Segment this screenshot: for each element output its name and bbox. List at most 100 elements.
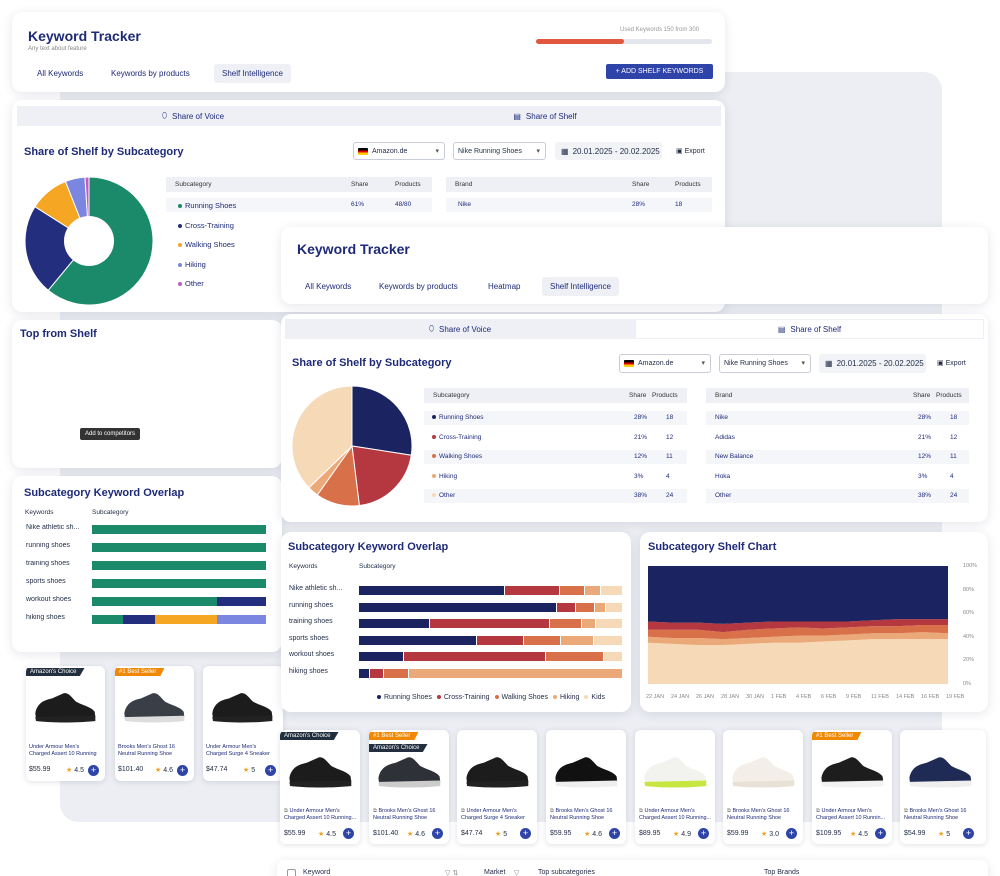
bottom-header-top-subcategories[interactable]: Top subcategories <box>538 869 595 876</box>
back-seg-share-of-voice[interactable]: ⬯ Share of Voice <box>17 106 369 126</box>
header-brand: Brand <box>715 392 733 399</box>
front-subcategory-row[interactable]: Hiking 3% 4 <box>424 470 687 484</box>
front-seg-share-of-shelf[interactable]: ▤ Share of Shelf <box>635 319 984 339</box>
product-title[interactable]: Under Armour Men's Charged Assert 10 Run… <box>29 744 101 758</box>
front-date-range[interactable]: ▦ 20.01.2025 - 20.02.2025 <box>819 354 926 373</box>
area-series-kids[interactable] <box>648 639 948 684</box>
product-title[interactable]: Under Armour Men's Charged Surge 4 Sneak… <box>206 744 278 758</box>
overlap-bar[interactable] <box>92 597 266 606</box>
filter-icon[interactable]: ▽ <box>514 869 519 876</box>
bottom-header-market[interactable]: Market <box>484 869 505 876</box>
overlap-bar[interactable] <box>359 586 623 595</box>
brand-share: 3% <box>918 472 928 480</box>
back-subcategory-row[interactable]: Running Shoes 61% 48/80 <box>166 198 432 212</box>
overlap-bar[interactable] <box>92 561 266 570</box>
front-brand-row[interactable]: Nike 28% 18 <box>706 411 969 425</box>
overlap-bar[interactable] <box>359 652 623 661</box>
overlap-bar[interactable] <box>359 668 623 678</box>
brand-share: 21% <box>918 433 932 441</box>
legend-item[interactable]: Kids <box>584 694 605 701</box>
product-title[interactable]: ⧉ Brooks Men's Ghost 16 Neutral Running … <box>904 808 978 822</box>
back-tab-shelf-intelligence[interactable]: Shelf Intelligence <box>214 64 291 83</box>
back-product-card[interactable]: Under Armour Men's Charged Surge 4 Sneak… <box>203 666 283 781</box>
front-tab-heatmap[interactable]: Heatmap <box>480 277 528 296</box>
product-title[interactable]: Brooks Men's Ghost 16 Neutral Running Sh… <box>118 744 190 758</box>
bottom-header-top-brands[interactable]: Top Brands <box>764 869 799 876</box>
product-title[interactable]: ⧉ Brooks Men's Ghost 16 Neutral Running … <box>373 808 447 822</box>
area-series-running-shoes[interactable] <box>648 566 948 624</box>
front-product-card[interactable]: #1 Best Seller Amazon's Choice ⧉ Brooks Me… <box>369 730 449 844</box>
front-subcategory-row[interactable]: Other 38% 24 <box>424 489 687 503</box>
add-shelf-keywords-button[interactable]: + ADD SHELF KEYWORDS <box>606 64 713 79</box>
back-export-button[interactable]: ▣ Export <box>676 147 705 155</box>
add-to-competitors-button[interactable]: + <box>609 828 620 839</box>
pie-slice-cross-training[interactable] <box>351 445 412 507</box>
front-subcategory-row[interactable]: Cross-Training 21% 12 <box>424 431 687 445</box>
front-subcategory-row[interactable]: Running Shoes 28% 18 <box>424 411 687 425</box>
front-tab-keywords-by-products[interactable]: Keywords by products <box>371 277 466 296</box>
front-subcategory-row[interactable]: Walking Shoes 12% 11 <box>424 450 687 464</box>
overlap-bar[interactable] <box>92 579 266 588</box>
legend-item[interactable]: Hiking <box>552 694 579 701</box>
front-tab-shelf-intelligence[interactable]: Shelf Intelligence <box>542 277 619 296</box>
back-tab-keywords-by-products[interactable]: Keywords by products <box>103 64 198 83</box>
product-title[interactable]: ⧉ Under Armour Men's Charged Surge 4 Sne… <box>461 808 535 822</box>
flag-icon <box>358 147 368 155</box>
product-title[interactable]: ⧉ Under Armour Men's Charged Assert 10 R… <box>639 808 713 822</box>
back-seg-share-of-shelf[interactable]: ▤ Share of Shelf <box>369 106 721 126</box>
overlap-bar[interactable] <box>359 635 623 645</box>
front-product-card[interactable]: ⧉ Brooks Men's Ghost 16 Neutral Running … <box>900 730 986 844</box>
front-product-card[interactable]: ⧉ Under Armour Men's Charged Assert 10 R… <box>635 730 715 844</box>
filter-icon[interactable]: ▽ ⇅ <box>445 869 458 876</box>
front-brand-row[interactable]: Other 38% 24 <box>706 489 969 503</box>
front-brand-row[interactable]: Hoka 3% 4 <box>706 470 969 484</box>
pie-slice-running-shoes[interactable] <box>351 385 413 456</box>
star-icon: ★ <box>66 767 75 774</box>
add-to-competitors-button[interactable]: + <box>698 828 709 839</box>
back-category-select[interactable]: Nike Running Shoes ▾ <box>453 142 546 160</box>
add-to-competitors-button[interactable]: + <box>432 828 443 839</box>
product-title[interactable]: ⧉ Brooks Men's Ghost 16 Neutral Running … <box>550 808 624 822</box>
legend-item[interactable]: Cross-Training <box>436 694 490 701</box>
header-brand: Brand <box>455 181 473 188</box>
legend-item[interactable]: Walking Shoes <box>494 694 548 701</box>
front-product-card[interactable]: ⧉ Brooks Men's Ghost 16 Neutral Running … <box>723 730 803 844</box>
shoe-image <box>35 693 96 723</box>
back-market-select[interactable]: Amazon.de ▾ <box>353 142 445 160</box>
back-product-card[interactable]: Amazon's Choice Under Armour Men's Charge… <box>26 666 105 781</box>
product-title[interactable]: ⧉ Under Armour Men's Charged Assert 10 R… <box>284 808 358 822</box>
overlap-bar[interactable] <box>359 602 623 612</box>
front-seg-share-of-voice[interactable]: ⬯ Share of Voice <box>285 319 635 339</box>
front-product-card[interactable]: ⧉ Brooks Men's Ghost 16 Neutral Running … <box>546 730 626 844</box>
add-to-competitors-button[interactable]: + <box>875 828 886 839</box>
add-to-competitors-button[interactable]: + <box>963 828 974 839</box>
front-market-select[interactable]: Amazon.de ▾ <box>619 354 711 373</box>
front-product-card[interactable]: #1 Best Seller ⧉ Under Armour Men's Charg… <box>812 730 892 844</box>
back-date-range[interactable]: ▦ 20.01.2025 - 20.02.2025 <box>555 142 662 160</box>
add-to-competitors-button[interactable]: + <box>520 828 531 839</box>
front-brand-row[interactable]: New Balance 12% 11 <box>706 450 969 464</box>
select-all-checkbox[interactable] <box>287 869 296 876</box>
product-title[interactable]: ⧉ Brooks Men's Ghost 16 Neutral Running … <box>727 808 801 822</box>
overlap-bar[interactable] <box>92 543 266 552</box>
front-export-button[interactable]: ▣ Export <box>937 359 966 367</box>
overlap-bar[interactable] <box>359 619 623 628</box>
front-category-select[interactable]: Nike Running Shoes ▾ <box>719 354 811 373</box>
used-keywords-label: Used Keywords 150 from 300 <box>620 27 700 33</box>
add-to-competitors-button[interactable]: + <box>343 828 354 839</box>
front-product-card[interactable]: ⧉ Under Armour Men's Charged Surge 4 Sne… <box>457 730 537 844</box>
back-product-card[interactable]: #1 Best Seller Brooks Men's Ghost 16 Neut… <box>115 666 194 781</box>
add-to-competitors-button[interactable]: + <box>88 765 99 776</box>
overlap-bar[interactable] <box>92 525 266 534</box>
legend-item[interactable]: Running Shoes <box>377 694 432 701</box>
add-to-competitors-button[interactable]: + <box>786 828 797 839</box>
overlap-bar[interactable] <box>92 615 266 624</box>
bottom-header-keyword[interactable]: Keyword <box>303 869 330 876</box>
add-to-competitors-button[interactable]: + <box>177 765 188 776</box>
product-title[interactable]: ⧉ Under Armour Men's Charged Assert 10 R… <box>816 808 890 822</box>
back-tab-all-keywords[interactable]: All Keywords <box>29 64 91 83</box>
front-product-card[interactable]: Amazon's Choice ⧉ Under Armour Men's Char… <box>280 730 360 844</box>
front-brand-row[interactable]: Adidas 21% 12 <box>706 431 969 445</box>
add-to-competitors-button[interactable]: + <box>265 765 276 776</box>
front-tab-all-keywords[interactable]: All Keywords <box>297 277 359 296</box>
